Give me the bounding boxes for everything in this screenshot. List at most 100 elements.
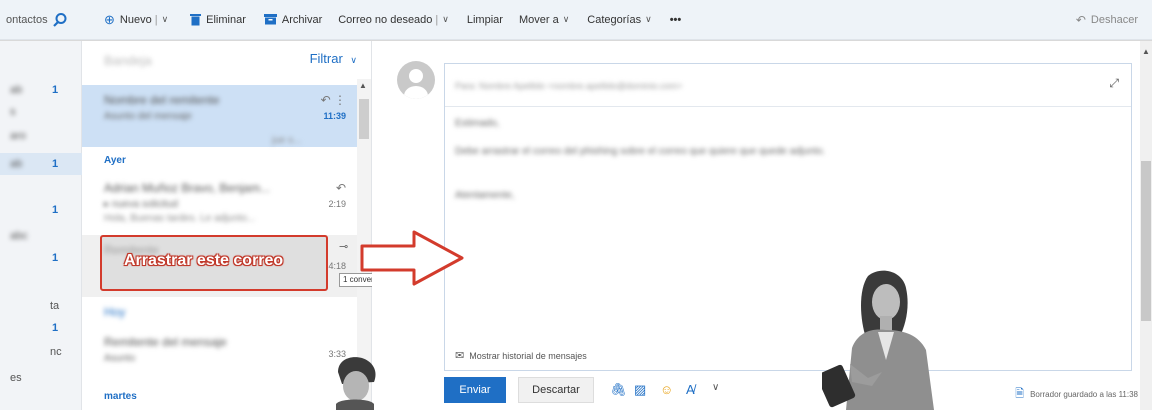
compose-area[interactable]: Para: Nombre Apellido <nombre.apellido@d…: [444, 63, 1132, 371]
move-to-button[interactable]: Mover a ∨: [519, 0, 569, 40]
folder-name: ab: [10, 158, 23, 170]
unread-count: 1: [52, 158, 59, 170]
scrollbar-thumb[interactable]: [1141, 161, 1151, 321]
list-item[interactable]: Adrian Muñoz Bravo, Benjam... ▸ nueva so…: [82, 173, 358, 233]
folder-item[interactable]: 1: [0, 317, 82, 339]
man-figure-icon: [336, 357, 376, 410]
folder-item[interactable]: ta: [0, 295, 82, 317]
drag-callout: Arrastrar este correo: [100, 235, 328, 291]
folder-item[interactable]: es: [0, 367, 82, 389]
chevron-down-icon[interactable]: ∨: [442, 14, 449, 25]
format-icon[interactable]: A̸: [686, 382, 695, 397]
draft-icon: 🗎: [1015, 388, 1025, 400]
timestamp: 11:39: [323, 111, 346, 121]
attach-icon[interactable]: 🖇: [610, 382, 627, 398]
archive-label: Archivar: [281, 13, 323, 26]
delete-button[interactable]: Eliminar: [190, 0, 246, 40]
send-button[interactable]: Enviar: [444, 377, 506, 403]
divider: [445, 106, 1131, 107]
folder-pane: ab 1 s aro ab 1 1 abc 1 ta 1 nc es: [0, 41, 82, 410]
list-item[interactable]: Nombre del remitente Asunto del mensaje …: [82, 85, 358, 147]
envelope-icon: ✉: [455, 350, 465, 362]
body-line: Debe arrastrar el correo del phishing so…: [455, 146, 826, 157]
list-item[interactable]: Hoy: [82, 301, 358, 325]
folder-item[interactable]: ab 1: [0, 79, 82, 101]
trash-icon: [190, 14, 202, 26]
categories-button[interactable]: Categorías ∨: [587, 0, 651, 40]
undo-button[interactable]: ↶ Deshacer: [1076, 0, 1138, 40]
folder-name: s: [10, 106, 16, 118]
reading-scrollbar[interactable]: ▲: [1140, 41, 1152, 410]
folder-item-selected[interactable]: ab 1: [0, 153, 82, 175]
folder-name: nc: [50, 346, 62, 358]
timestamp: 2:19: [328, 199, 346, 209]
more-button[interactable]: •••: [670, 0, 682, 40]
folder-name: abc: [10, 230, 28, 242]
new-button[interactable]: ⊕ Nuevo | ∨: [104, 0, 168, 40]
folder-item[interactable]: s: [0, 101, 82, 123]
scroll-up-icon[interactable]: ▲: [359, 81, 367, 90]
folder-item[interactable]: 1: [0, 199, 82, 221]
archive-icon: [263, 14, 277, 25]
separator: |: [154, 13, 158, 26]
folder-name: ab: [10, 84, 23, 96]
scroll-up-icon[interactable]: ▲: [1142, 47, 1150, 56]
pin-icon[interactable]: ⊸: [339, 240, 348, 253]
move-label: Mover a: [518, 13, 559, 26]
list-item[interactable]: Remitente del mensaje Asunto 3:33: [82, 327, 358, 383]
junk-button[interactable]: Correo no deseado | ∨: [338, 0, 449, 40]
arrow-icon: [360, 230, 464, 286]
body-line: Atentamente,: [455, 190, 515, 201]
day-separator: martes: [104, 391, 137, 402]
folder-name: aro: [10, 130, 26, 142]
discard-button[interactable]: Descartar: [518, 377, 594, 403]
undo-label: Deshacer: [1090, 14, 1138, 26]
folder-item[interactable]: aro: [0, 125, 82, 147]
junk-label: Correo no deseado: [338, 13, 433, 26]
reading-pane: Para: Nombre Apellido <nombre.apellido@d…: [372, 41, 1152, 410]
folder-item[interactable]: 1: [0, 247, 82, 269]
subject: Asunto del mensaje: [104, 111, 192, 122]
search-icon[interactable]: [52, 12, 68, 28]
woman-figure-icon: [822, 270, 934, 410]
callout-label: Arrastrar este correo: [124, 252, 284, 269]
image-icon[interactable]: ▨: [634, 382, 646, 398]
sweep-button[interactable]: Limpiar: [467, 0, 503, 40]
folder-item[interactable]: nc: [0, 341, 82, 363]
archive-button[interactable]: Archivar: [263, 0, 323, 40]
sender-name: Adrian Muñoz Bravo, Benjam...: [104, 181, 271, 195]
categories-label: Categorías: [587, 13, 642, 26]
folder-title: Bandeja: [104, 53, 152, 68]
compose-actions: Enviar Descartar 🖇 ▨ ☺ A̸ ∨ 🗎 Borrador g…: [444, 377, 1144, 403]
unread-count: 1: [52, 204, 59, 216]
search-area[interactable]: ontactos: [0, 0, 86, 40]
unread-count: 1: [52, 252, 59, 264]
reply-icon: ↶ ⋮: [320, 93, 346, 107]
plus-circle-icon: ⊕: [104, 11, 115, 27]
avatar: [397, 61, 435, 99]
subject: ▸ nueva solicitud: [104, 199, 178, 210]
person-icon: [404, 69, 428, 99]
filter-button[interactable]: Filtrar ∨: [310, 51, 357, 66]
chevron-down-icon: ∨: [562, 14, 570, 24]
separator: |: [435, 13, 439, 26]
saved-status: 🗎 Borrador guardado a las 11:38: [1015, 385, 1138, 404]
message-list: Bandeja Filtrar ∨ Nombre del remitente A…: [82, 41, 372, 410]
chevron-down-icon: ∨: [350, 55, 357, 65]
folder-item[interactable]: abc: [0, 225, 82, 247]
history-link[interactable]: ✉ Mostrar historial de mensajes: [455, 349, 587, 362]
history-label: Mostrar historial de mensajes: [469, 350, 587, 361]
reply-icon: ↶: [335, 181, 346, 195]
new-label: Nuevo: [119, 13, 152, 26]
recipient-line: Para: Nombre Apellido <nombre.apellido@d…: [455, 81, 683, 91]
preview: jue s...: [272, 135, 302, 146]
timestamp: 4:18: [328, 261, 346, 271]
delete-label: Eliminar: [206, 13, 246, 26]
more-dots-icon: •••: [669, 13, 682, 26]
emoji-icon[interactable]: ☺: [660, 382, 673, 397]
command-bar: ontactos ⊕ Nuevo | ∨ Eliminar Archivar C…: [0, 0, 1152, 40]
expand-icon[interactable]: ⤢: [1109, 76, 1119, 91]
chevron-down-icon[interactable]: ∨: [162, 14, 169, 25]
scrollbar-thumb[interactable]: [359, 99, 369, 139]
chevron-down-icon[interactable]: ∨: [712, 382, 719, 393]
